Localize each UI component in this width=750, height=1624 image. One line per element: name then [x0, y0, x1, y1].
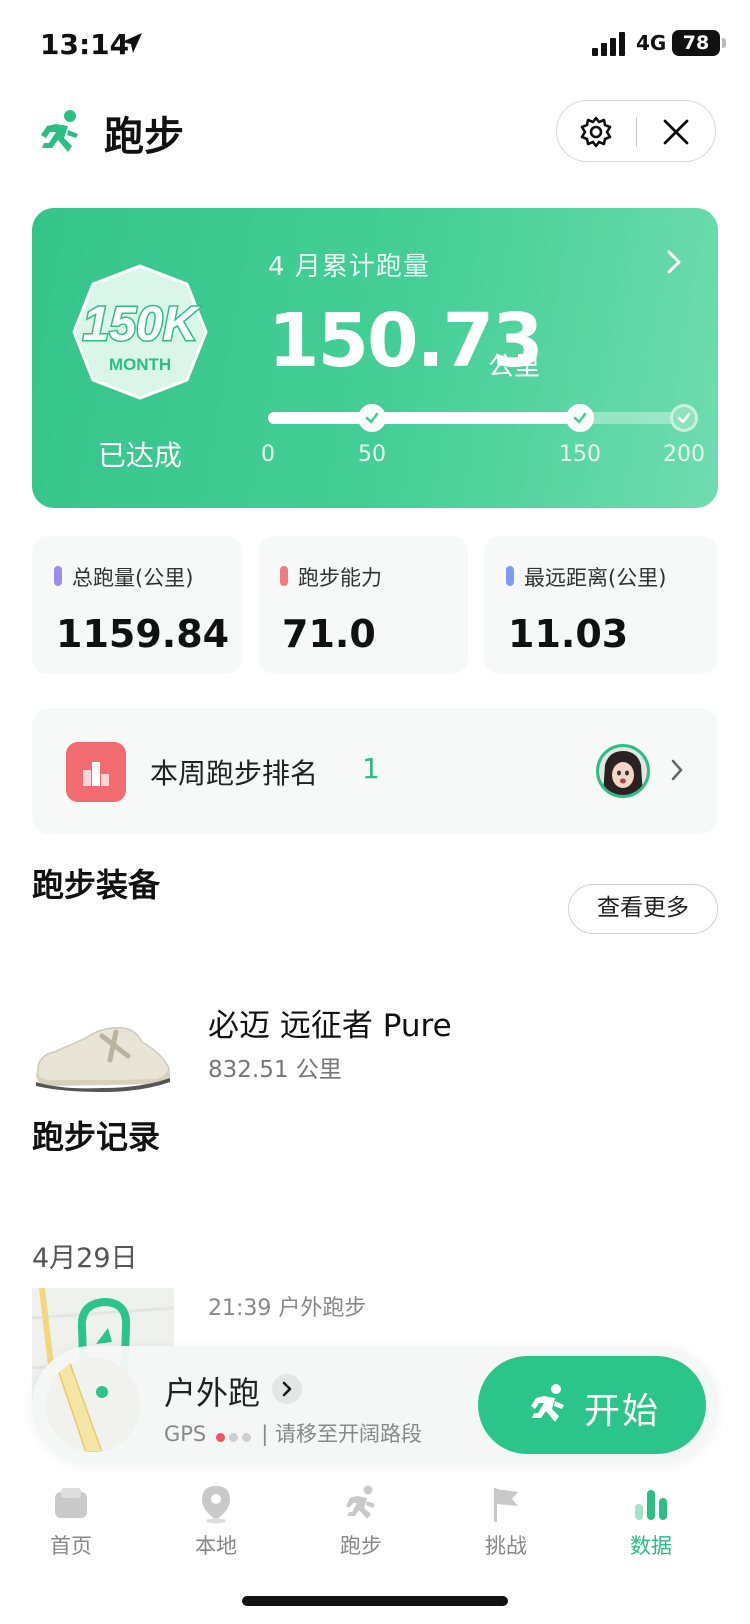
stat-color-dot: [506, 566, 514, 586]
view-more-button[interactable]: 查看更多: [568, 884, 718, 934]
battery-cap: [722, 38, 726, 48]
capsule-menu: [556, 100, 716, 162]
check-icon: [365, 412, 379, 424]
chevron-right-icon: [671, 759, 683, 781]
tab-label: 跑步: [340, 1534, 382, 1558]
gps-hint: | 请移至开阔路段: [261, 1422, 423, 1446]
tab-data[interactable]: 数据: [596, 1484, 706, 1574]
start-run-button[interactable]: 开始: [478, 1356, 706, 1454]
tab-label: 挑战: [485, 1534, 527, 1558]
ranking-podium-icon: [66, 742, 126, 802]
milestone-200: [670, 404, 698, 432]
longest-distance-card[interactable]: 最远距离(公里) 11.03: [484, 536, 718, 674]
app-header: 跑步: [0, 90, 750, 190]
start-label: 开始: [584, 1391, 661, 1432]
150k-month-badge: 150K MONTH: [72, 264, 208, 400]
longest-distance-value: 11.03: [508, 612, 629, 656]
monthly-distance-unit: 公里: [488, 352, 541, 382]
tab-label: 首页: [50, 1534, 92, 1558]
stat-color-dot: [280, 566, 288, 586]
gear-icon: [580, 116, 612, 148]
monthly-distance-label: 4 月累计跑量: [268, 252, 430, 282]
run-mode-label[interactable]: 户外跑: [164, 1368, 260, 1414]
running-ability-value: 71.0: [282, 612, 376, 656]
tab-label: 数据: [630, 1534, 672, 1558]
milestone-150: [566, 404, 594, 432]
badge-top-text: 150K: [83, 298, 201, 351]
location-pin-icon: [202, 1486, 230, 1524]
gps-signal-dots: [216, 1423, 255, 1447]
total-distance-value: 1159.84: [56, 612, 230, 656]
close-button[interactable]: [637, 101, 715, 163]
close-icon: [663, 119, 689, 145]
monthly-progress-fill: [268, 412, 582, 424]
weekly-ranking-card[interactable]: 本周跑步排名 1: [32, 708, 718, 834]
tab-challenge[interactable]: 挑战: [451, 1484, 561, 1574]
chevron-right-icon: [282, 1381, 292, 1397]
tab-running[interactable]: 跑步: [306, 1484, 416, 1574]
record-time: 21:39 户外跑步: [208, 1296, 367, 1321]
check-icon: [677, 412, 691, 424]
stat-color-dot: [54, 566, 62, 586]
flag-icon: [494, 1488, 518, 1522]
badge-bottom-text: MONTH: [109, 355, 171, 374]
milestone-label: 200: [663, 442, 705, 467]
monthly-distance-card[interactable]: 150K MONTH 已达成 4 月累计跑量 150.73 公里 0 50 150 2…: [32, 208, 718, 508]
running-ability-label: 跑步能力: [298, 566, 382, 590]
home-indicator: [242, 1596, 508, 1606]
milestone-label: 0: [261, 442, 275, 467]
home-icon: [55, 1488, 87, 1518]
longest-distance-label: 最远距离(公里): [524, 566, 667, 590]
status-time: 13:14: [40, 28, 130, 61]
bar-chart-icon: [635, 1490, 667, 1520]
gps-label: GPS: [164, 1422, 207, 1446]
chevron-right-icon: [667, 250, 681, 274]
location-arrow-icon: [122, 33, 142, 53]
quick-run-panel: 户外跑 GPS | 请移至开阔路段 开始: [32, 1346, 718, 1464]
milestone-50: [358, 404, 386, 432]
milestone-label: 150: [559, 442, 601, 467]
shoe-name: 必迈 远征者 Pure: [208, 1008, 452, 1044]
battery-icon: 78: [672, 30, 720, 56]
running-ability-card[interactable]: 跑步能力 71.0: [258, 536, 468, 674]
records-section-title: 跑步记录: [32, 1118, 161, 1156]
runner-logo-icon: [41, 110, 78, 152]
total-distance-card[interactable]: 总跑量(公里) 1159.84: [32, 536, 242, 674]
monthly-progress-bar: 0 50 150 200: [261, 404, 705, 467]
network-type: 4G: [636, 31, 667, 55]
weekly-ranking-label: 本周跑步排名: [150, 757, 319, 790]
settings-button[interactable]: [557, 101, 635, 163]
tab-home[interactable]: 首页: [16, 1484, 126, 1574]
badge-status: 已达成: [97, 439, 182, 472]
weekly-ranking-value: 1: [362, 752, 380, 785]
tab-local[interactable]: 本地: [161, 1484, 271, 1574]
status-bar: 13:14 4G 78: [0, 0, 750, 90]
page-title: 跑步: [104, 114, 184, 160]
gps-status: GPS | 请移至开阔路段: [164, 1418, 422, 1448]
shoe-distance: 832.51 公里: [208, 1057, 342, 1083]
runner-icon: [531, 1384, 564, 1422]
runner-icon: [346, 1485, 375, 1519]
run-mode-switch-button[interactable]: [272, 1374, 302, 1404]
check-icon: [573, 412, 587, 424]
gps-mini-map[interactable]: [46, 1358, 140, 1452]
total-distance-label: 总跑量(公里): [72, 566, 194, 590]
signal-icon: [592, 32, 625, 56]
tab-label: 本地: [195, 1534, 237, 1558]
record-date: 4月29日: [32, 1243, 138, 1274]
avatar: [596, 744, 650, 798]
running-shoe-image[interactable]: [32, 1008, 174, 1092]
milestone-label: 50: [358, 442, 386, 467]
equipment-section-title: 跑步装备: [32, 866, 161, 904]
